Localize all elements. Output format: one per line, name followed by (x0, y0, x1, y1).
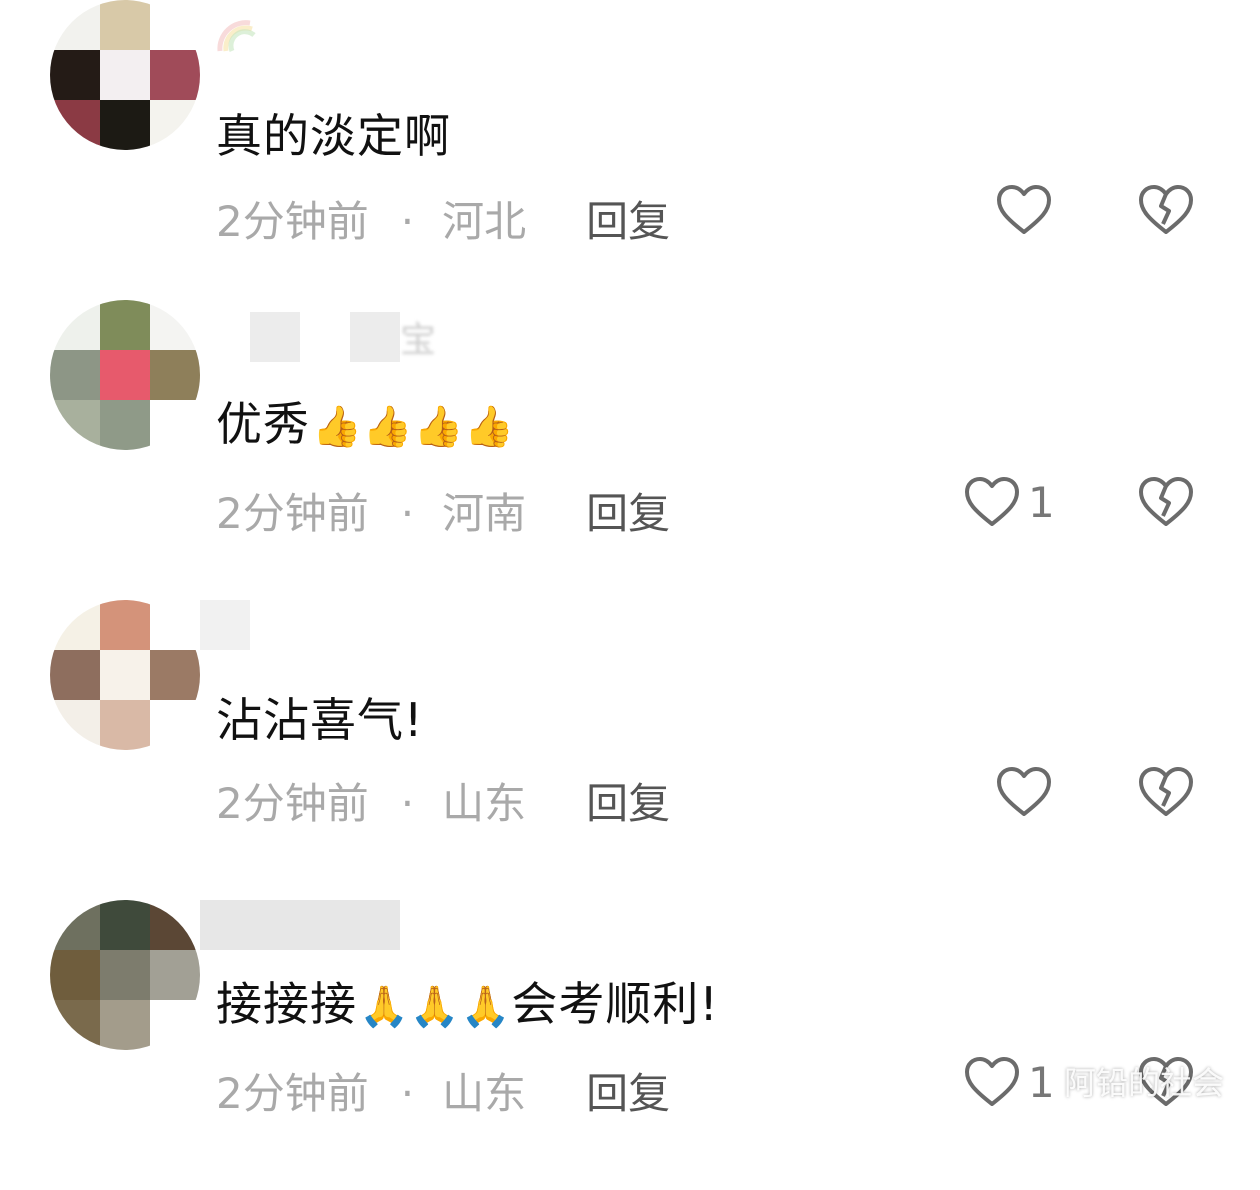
comment-text: 沾沾喜气! (216, 693, 424, 747)
like-count: 1 (1028, 477, 1055, 527)
username-redacted: 宝 (250, 312, 436, 362)
comment-location: 山东 (442, 779, 527, 828)
comment-text-main: 优秀 (216, 397, 310, 451)
comment-text: 接接接🙏🙏🙏会考顺利! (216, 968, 719, 1034)
comment-item: 真的淡定啊 2分钟前 · 河北 回复 (0, 0, 1260, 290)
reply-button[interactable]: 回复 (586, 1069, 670, 1118)
reply-button[interactable]: 回复 (586, 779, 670, 828)
username-redacted (200, 600, 300, 650)
comment-item: 接接接🙏🙏🙏会考顺利! 2分钟前 · 山东 回复 1 (0, 900, 1260, 1190)
avatar[interactable] (50, 300, 200, 450)
reply-button[interactable]: 回复 (586, 197, 670, 246)
comment-text-main: 接接接 (216, 977, 357, 1031)
dislike-button[interactable] (1138, 476, 1194, 532)
comment-text-after: 会考顺利! (511, 977, 719, 1031)
heart-icon (997, 185, 1051, 234)
heart-icon (965, 477, 1019, 526)
comment-time: 2分钟前 (216, 779, 369, 828)
heart-icon (965, 1057, 1019, 1106)
comment-location: 河南 (442, 489, 527, 538)
comment-meta: 2分钟前 · 山东 回复 (216, 779, 671, 828)
comment-item: 宝 优秀👍👍👍👍 2分钟前 · 河南 回复 1 (0, 300, 1260, 590)
comment-location: 河北 (442, 197, 527, 246)
comment-meta: 2分钟前 · 河南 回复 (216, 489, 671, 538)
avatar[interactable] (50, 600, 200, 750)
dislike-button[interactable] (1138, 184, 1194, 240)
comment-meta: 2分钟前 · 河北 回复 (216, 197, 671, 246)
folded-hands-emoji: 🙏🙏🙏 (359, 984, 512, 1030)
comment-item: 沾沾喜气! 2分钟前 · 山东 回复 (0, 600, 1260, 890)
comment-time: 2分钟前 (216, 489, 369, 538)
reply-button[interactable]: 回复 (586, 489, 670, 538)
like-button[interactable]: 1 (964, 476, 1055, 528)
comment-time: 2分钟前 (216, 1069, 369, 1118)
like-button[interactable]: 1 (964, 1056, 1055, 1108)
avatar[interactable] (50, 0, 200, 150)
username-visible-part: 宝 (400, 320, 437, 361)
username-redacted (200, 5, 260, 55)
like-count: 1 (1028, 1057, 1055, 1107)
broken-heart-icon (1139, 767, 1193, 816)
username-redacted (200, 900, 400, 950)
like-button[interactable] (996, 766, 1052, 818)
dislike-button[interactable] (1138, 766, 1194, 822)
thumbs-up-emoji: 👍👍👍👍 (312, 404, 516, 450)
rainbow-icon (217, 20, 256, 52)
watermark: 阿铅的社会 (1064, 1064, 1225, 1102)
comment-text: 优秀👍👍👍👍 (216, 388, 515, 454)
avatar[interactable] (50, 900, 200, 1050)
broken-heart-icon (1139, 477, 1193, 526)
heart-icon (997, 767, 1051, 816)
comment-text: 真的淡定啊 (216, 109, 451, 163)
comment-time: 2分钟前 (216, 197, 369, 246)
comment-location: 山东 (442, 1069, 527, 1118)
comment-meta: 2分钟前 · 山东 回复 (216, 1069, 671, 1118)
broken-heart-icon (1139, 185, 1193, 234)
like-button[interactable] (996, 184, 1052, 236)
